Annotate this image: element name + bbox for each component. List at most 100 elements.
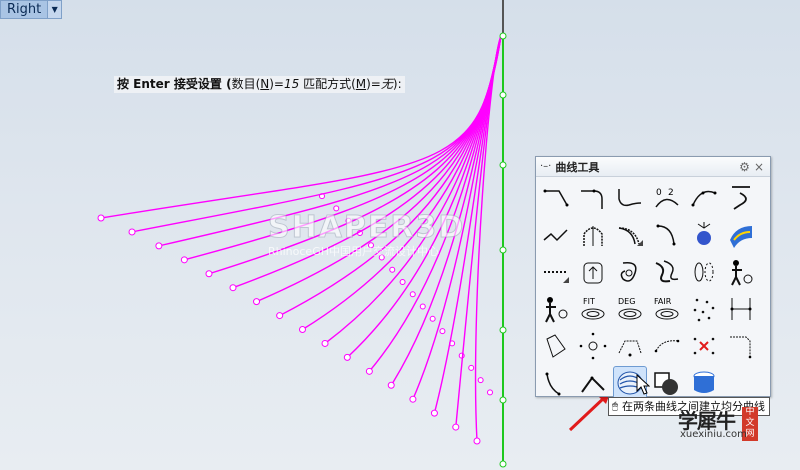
prompt-match-value[interactable]: 无 bbox=[381, 77, 393, 91]
remove-point-icon[interactable] bbox=[687, 329, 721, 363]
toolbar-titlebar[interactable]: ·–· 曲线工具 ⚙ × bbox=[536, 157, 770, 177]
fit-curve-icon[interactable]: FIT bbox=[576, 292, 610, 326]
curve-control-point bbox=[389, 266, 396, 273]
toolbar-title: 曲线工具 bbox=[555, 160, 600, 174]
prompt-count-label: 数目( bbox=[231, 77, 261, 91]
prompt-prefix: 按 Enter 接受设置 ( bbox=[117, 77, 232, 91]
curve-on-surface-icon[interactable] bbox=[724, 218, 758, 252]
fair-curve-icon[interactable]: FAIR bbox=[650, 292, 684, 326]
curve-endpoint bbox=[473, 437, 481, 445]
curve-control-point bbox=[487, 389, 493, 396]
curve-endpoint bbox=[387, 381, 395, 389]
curve-endpoint bbox=[128, 228, 136, 236]
curve-endpoint bbox=[97, 214, 105, 222]
curve-control-point bbox=[399, 279, 406, 286]
axis-control-points bbox=[499, 32, 507, 468]
curve-endpoint bbox=[343, 353, 351, 361]
command-prompt: 按 Enter 接受设置 (数目(N)=15 匹配方式(M)=无): bbox=[114, 76, 405, 93]
point-grid-icon[interactable] bbox=[687, 292, 721, 326]
mouse-left-icon: 🖱 bbox=[612, 401, 618, 412]
curve-endpoint bbox=[155, 242, 163, 250]
tool-label-zero: 0 bbox=[656, 188, 662, 198]
prompt-count-eq: )= bbox=[269, 77, 284, 91]
surface-cylinder-icon[interactable] bbox=[687, 366, 721, 400]
tween-curve[interactable] bbox=[158, 35, 502, 247]
curve-analysis-person-icon[interactable] bbox=[539, 292, 573, 326]
dashed-curve-icon[interactable] bbox=[539, 255, 573, 289]
rebuild-curve-icon[interactable] bbox=[687, 181, 721, 215]
bend-curve-icon[interactable] bbox=[539, 366, 573, 400]
curve-control-point bbox=[367, 242, 374, 249]
tween-curve[interactable] bbox=[208, 35, 502, 275]
curve-control-point bbox=[419, 303, 426, 310]
close-icon[interactable]: × bbox=[754, 160, 764, 174]
prompt-match-key[interactable]: M bbox=[356, 77, 366, 91]
curve-control-point bbox=[409, 291, 416, 298]
curve-fan bbox=[97, 35, 502, 445]
curve-control-point bbox=[333, 205, 340, 212]
prompt-count-value[interactable]: 15 bbox=[284, 77, 299, 91]
curve-endpoint bbox=[321, 339, 329, 347]
tool-label-fit: FIT bbox=[583, 297, 595, 306]
curve-control-point bbox=[378, 254, 385, 261]
extract-points-icon[interactable] bbox=[613, 329, 647, 363]
prompt-match-label: 匹配方式( bbox=[299, 77, 356, 91]
curve-from-arc-icon[interactable] bbox=[650, 218, 684, 252]
curve-icon: ·–· bbox=[540, 161, 552, 172]
curve-helix-icon[interactable] bbox=[687, 255, 721, 289]
curve-bracket-icon[interactable] bbox=[724, 292, 758, 326]
boolean-region-icon[interactable] bbox=[650, 366, 684, 400]
curve-endpoint bbox=[409, 395, 417, 403]
tool-grid: 02 FIT DEG FAIR bbox=[536, 177, 770, 406]
site-logo: 学犀牛 中文网 xuexiniu.com bbox=[678, 405, 766, 441]
curve-endpoint bbox=[452, 423, 460, 431]
prompt-count-key[interactable]: N bbox=[260, 77, 269, 91]
blend-curve-icon[interactable] bbox=[613, 181, 647, 215]
fillet-curves-icon[interactable] bbox=[576, 181, 610, 215]
curve-endpoint bbox=[298, 326, 306, 333]
curve-user-tool-icon[interactable] bbox=[724, 255, 758, 289]
mouse-cursor-icon bbox=[636, 374, 650, 395]
tangent-arc-icon[interactable] bbox=[613, 218, 647, 252]
logo-url: xuexiniu.com bbox=[680, 429, 747, 440]
adjust-seam-icon[interactable] bbox=[576, 255, 610, 289]
curve-endpoint bbox=[205, 270, 213, 278]
curve-flow-icon[interactable] bbox=[650, 255, 684, 289]
curve-corner-icon[interactable] bbox=[576, 366, 610, 400]
tween-curve[interactable] bbox=[184, 35, 502, 261]
axis-point bbox=[499, 326, 507, 334]
insert-knot-icon[interactable] bbox=[650, 329, 684, 363]
curve-control-point bbox=[468, 364, 475, 371]
curve-control-point bbox=[477, 377, 484, 384]
prompt-match-eq: )= bbox=[366, 77, 381, 91]
extend-curve-icon[interactable] bbox=[539, 181, 573, 215]
curve-control-point bbox=[429, 315, 436, 322]
curve-tools-toolbar[interactable]: ·–· 曲线工具 ⚙ × 02 FIT DEG FAIR bbox=[535, 156, 771, 400]
add-point-icon[interactable] bbox=[724, 329, 758, 363]
axis-point bbox=[499, 396, 507, 404]
axis-point bbox=[499, 91, 507, 99]
arc-through-points-icon[interactable] bbox=[576, 218, 610, 252]
gear-icon[interactable]: ⚙ bbox=[739, 160, 750, 174]
polyline-corner-icon[interactable] bbox=[539, 329, 573, 363]
tween-curve[interactable] bbox=[100, 35, 502, 219]
prompt-suffix: ): bbox=[392, 77, 402, 91]
curve-endpoint bbox=[365, 367, 373, 375]
change-degree-icon[interactable]: DEG bbox=[613, 292, 647, 326]
curve-endpoint bbox=[276, 312, 284, 320]
point-on-curve-icon[interactable] bbox=[576, 329, 610, 363]
curve-control-point bbox=[439, 328, 446, 335]
tool-label-fair: FAIR bbox=[654, 297, 672, 306]
tween-curve[interactable] bbox=[390, 35, 502, 386]
axis-point bbox=[499, 32, 507, 40]
axis-point bbox=[499, 246, 507, 254]
offset-curve-icon[interactable] bbox=[724, 181, 758, 215]
axis-point bbox=[499, 460, 507, 468]
tool-label-two: 2 bbox=[668, 188, 674, 198]
project-to-sphere-icon[interactable] bbox=[687, 218, 721, 252]
closed-curve-icon[interactable] bbox=[613, 255, 647, 289]
match-degree-icon[interactable]: 02 bbox=[650, 181, 684, 215]
curve-endpoint bbox=[430, 409, 438, 417]
chamfer-curves-icon[interactable] bbox=[539, 218, 573, 252]
curve-endpoint bbox=[253, 298, 261, 306]
